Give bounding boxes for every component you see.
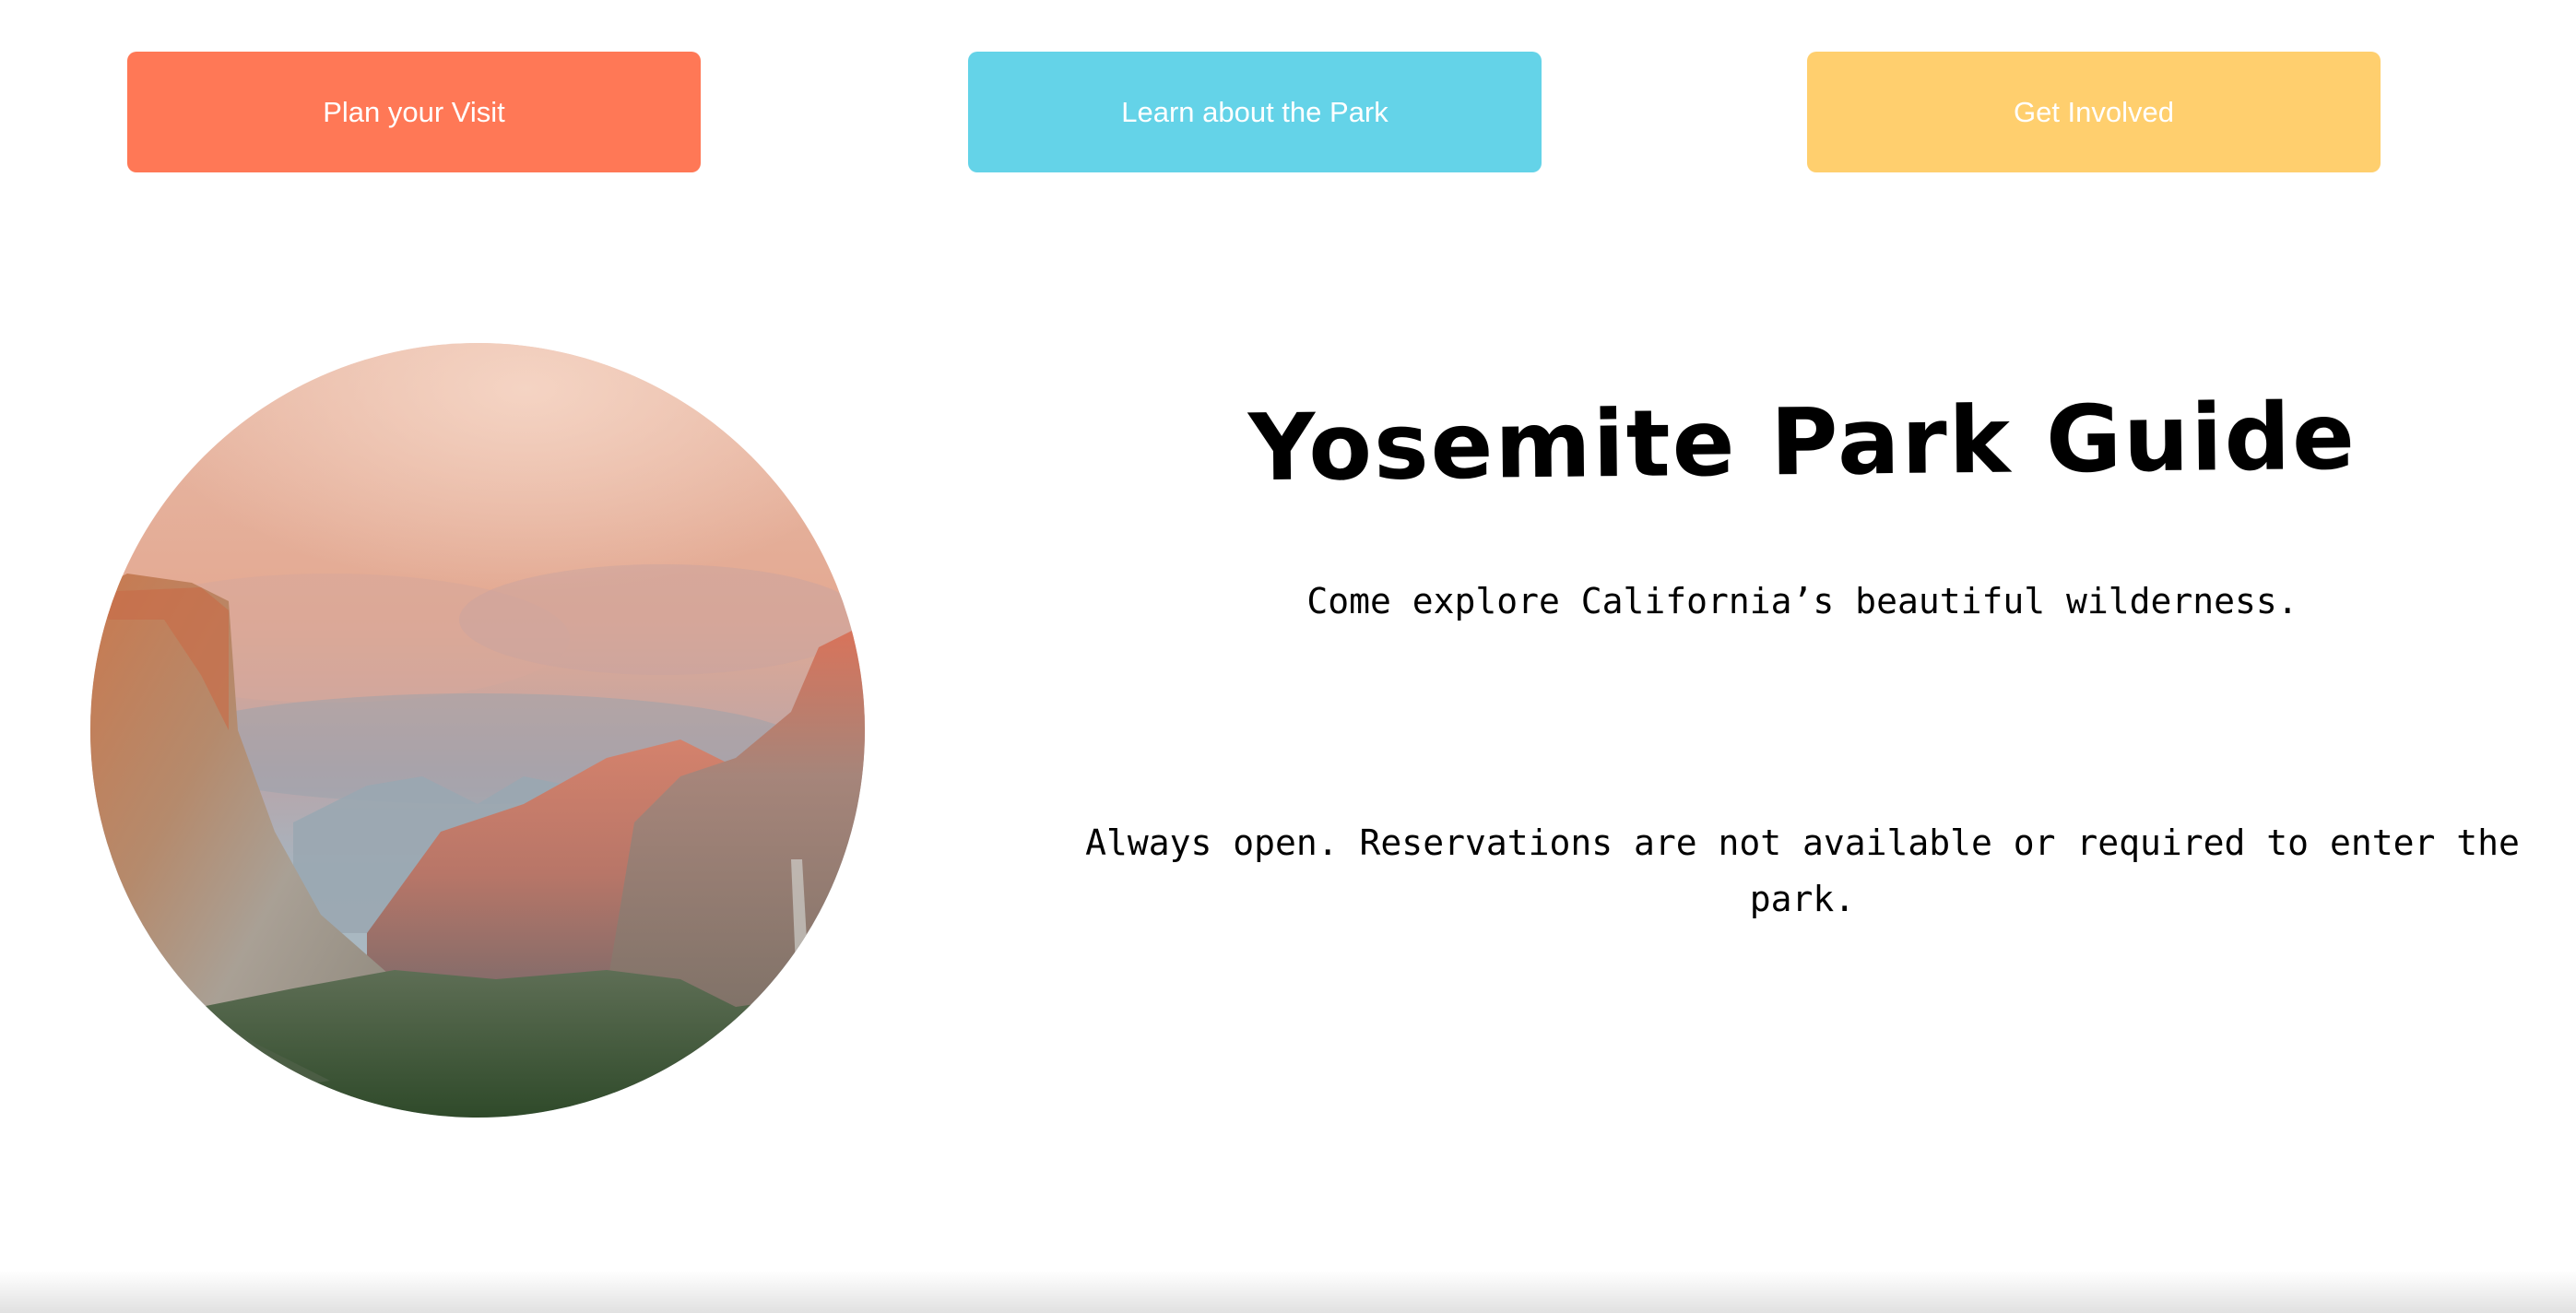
page-subtitle: Come explore California’s beautiful wild… (1306, 581, 2298, 621)
hours-line-1: Always open. Reservations are not availa… (1085, 822, 2520, 863)
plan-your-visit-button[interactable]: Plan your Visit (127, 52, 701, 172)
window-bottom-edge (0, 1271, 2576, 1313)
page-title: Yosemite Park Guide (1247, 382, 2357, 503)
learn-about-the-park-button[interactable]: Learn about the Park (968, 52, 1542, 172)
get-involved-button[interactable]: Get Involved (1807, 52, 2381, 172)
hours-info: Always open. Reservations are not availa… (1042, 815, 2563, 928)
hours-line-2: park. (1749, 879, 1856, 919)
yosemite-valley-image (90, 343, 865, 1118)
